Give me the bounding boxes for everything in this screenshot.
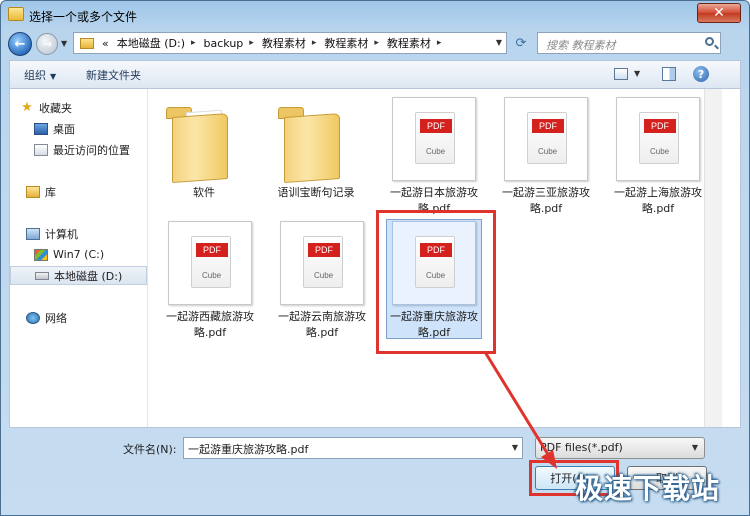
filename-label: 文件名(N): [123, 443, 177, 456]
forward-arrow-icon: → [41, 37, 53, 51]
folder-icon [80, 37, 94, 49]
pdf-icon: PDF Cube [616, 97, 700, 181]
search-icon[interactable] [705, 37, 714, 46]
new-folder-button[interactable]: 新建文件夹 [86, 67, 141, 83]
search-box[interactable]: 搜索 教程素材 [537, 32, 721, 54]
file-name: 一起游上海旅游攻略.pdf [614, 186, 702, 215]
breadcrumb-backup[interactable]: backup [196, 37, 244, 50]
file-name: 一起游西藏旅游攻略.pdf [166, 310, 254, 339]
refresh-button[interactable]: ⟳ [511, 34, 531, 52]
file-name: 软件 [193, 186, 215, 199]
command-toolbar: 组织 ▼ 新建文件夹 ▼ ? [9, 60, 741, 88]
refresh-icon: ⟳ [515, 35, 527, 51]
filetype-value: PDF files(*.pdf) [540, 441, 623, 454]
breadcrumb-overflow[interactable]: « [94, 37, 109, 50]
pdf-icon: PDF Cube [504, 97, 588, 181]
network-icon [26, 311, 40, 324]
pdf-file-item[interactable]: PDF Cube 一起游西藏旅游攻略.pdf [162, 219, 258, 339]
folder-icon [8, 7, 24, 21]
close-icon: ✕ [713, 5, 725, 21]
organize-menu[interactable]: 组织 ▼ [24, 67, 56, 83]
window-title: 选择一个或多个文件 [29, 10, 138, 24]
folder-item[interactable]: 软件 [156, 95, 252, 215]
pdf-icon: PDF Cube [168, 221, 252, 305]
navigation-pane: ★ 收藏夹 桌面 最近访问的位置 库 计算机 Win7 (C:) 本地磁盘 (D:… [10, 89, 148, 427]
file-name: 一起游云南旅游攻略.pdf [278, 310, 366, 339]
computer-icon [26, 227, 40, 240]
folder-item[interactable]: 语训宝断句记录 [268, 95, 364, 215]
sidebar-item-recent-places[interactable]: 最近访问的位置 [34, 140, 146, 159]
view-options-dropdown[interactable]: ▼ [634, 69, 640, 78]
pdf-icon: PDF Cube [392, 97, 476, 181]
sidebar-item-desktop[interactable]: 桌面 [34, 119, 144, 138]
back-arrow-icon: ← [14, 36, 26, 52]
back-button[interactable]: ← [8, 32, 32, 56]
breadcrumb-tutorial-2[interactable]: 教程素材 [316, 35, 368, 51]
sidebar-item-network[interactable]: 网络 [26, 308, 144, 327]
drive-icon [35, 271, 49, 280]
sidebar-item-computer[interactable]: 计算机 [26, 224, 144, 243]
vertical-scrollbar[interactable] [704, 89, 722, 427]
address-history-dropdown[interactable]: ▼ [496, 38, 502, 47]
filetype-select[interactable]: PDF files(*.pdf) ▼ [535, 437, 705, 459]
help-icon[interactable]: ? [693, 66, 709, 82]
breadcrumb-drive-d[interactable]: 本地磁盘 (D:) [109, 35, 185, 51]
preview-pane-icon[interactable] [662, 67, 676, 81]
sidebar-item-libraries[interactable]: 库 [26, 182, 144, 201]
file-open-dialog: 选择一个或多个文件 ✕ ← → ▼ « 本地磁盘 (D:) ▸ backup ▸… [0, 0, 750, 516]
address-bar[interactable]: « 本地磁盘 (D:) ▸ backup ▸ 教程素材 ▸ 教程素材 ▸ 教程素… [73, 32, 507, 54]
chevron-right-icon[interactable]: ▸ [306, 38, 317, 48]
pdf-file-item[interactable]: PDF Cube 一起游三亚旅游攻略.pdf [498, 95, 594, 215]
forward-button[interactable]: → [36, 33, 58, 55]
title-bar: 选择一个或多个文件 ✕ [1, 1, 749, 29]
recent-locations-dropdown[interactable]: ▼ [61, 39, 67, 48]
folder-icon [274, 97, 358, 183]
breadcrumb-tutorial-1[interactable]: 教程素材 [254, 35, 306, 51]
pdf-file-item[interactable]: PDF Cube 一起游日本旅游攻略.pdf [386, 95, 482, 215]
file-name: 语训宝断句记录 [277, 186, 355, 199]
annotation-highlight-file [376, 210, 496, 354]
desktop-icon [34, 122, 48, 135]
chevron-down-icon: ▼ [691, 443, 698, 452]
pdf-file-item[interactable]: PDF Cube 一起游云南旅游攻略.pdf [274, 219, 370, 339]
chevron-down-icon: ▼ [50, 72, 57, 81]
change-view-icon[interactable] [614, 68, 628, 80]
file-name: 一起游三亚旅游攻略.pdf [502, 186, 590, 215]
filename-field[interactable]: 一起游重庆旅游攻略.pdf ▼ [183, 437, 523, 459]
chevron-right-icon[interactable]: ▸ [185, 38, 196, 48]
pdf-file-item[interactable]: PDF Cube 一起游上海旅游攻略.pdf [610, 95, 706, 215]
chevron-right-icon[interactable]: ▸ [431, 38, 442, 48]
filename-value[interactable]: 一起游重庆旅游攻略.pdf [188, 441, 308, 457]
content-area: ★ 收藏夹 桌面 最近访问的位置 库 计算机 Win7 (C:) 本地磁盘 (D:… [9, 88, 741, 428]
library-icon [26, 185, 40, 198]
chevron-down-icon[interactable]: ▼ [512, 443, 518, 452]
sidebar-item-favorites[interactable]: ★ 收藏夹 [20, 98, 140, 117]
watermark-logo: 极速下载站 [575, 472, 721, 505]
sidebar-item-drive-d[interactable]: 本地磁盘 (D:) [10, 266, 147, 285]
windows-drive-icon [34, 248, 48, 261]
chevron-right-icon[interactable]: ▸ [243, 38, 254, 48]
pdf-icon: PDF Cube [280, 221, 364, 305]
search-input[interactable]: 搜索 教程素材 [546, 37, 616, 53]
sidebar-item-drive-c[interactable]: Win7 (C:) [34, 245, 144, 264]
navigation-bar: ← → ▼ « 本地磁盘 (D:) ▸ backup ▸ 教程素材 ▸ 教程素材… [1, 29, 749, 59]
close-button[interactable]: ✕ [697, 3, 741, 23]
recent-places-icon [34, 143, 48, 156]
breadcrumb-tutorial-3[interactable]: 教程素材 [379, 35, 431, 51]
star-icon: ★ [21, 99, 33, 115]
chevron-right-icon[interactable]: ▸ [368, 38, 379, 48]
folder-icon [162, 97, 246, 183]
